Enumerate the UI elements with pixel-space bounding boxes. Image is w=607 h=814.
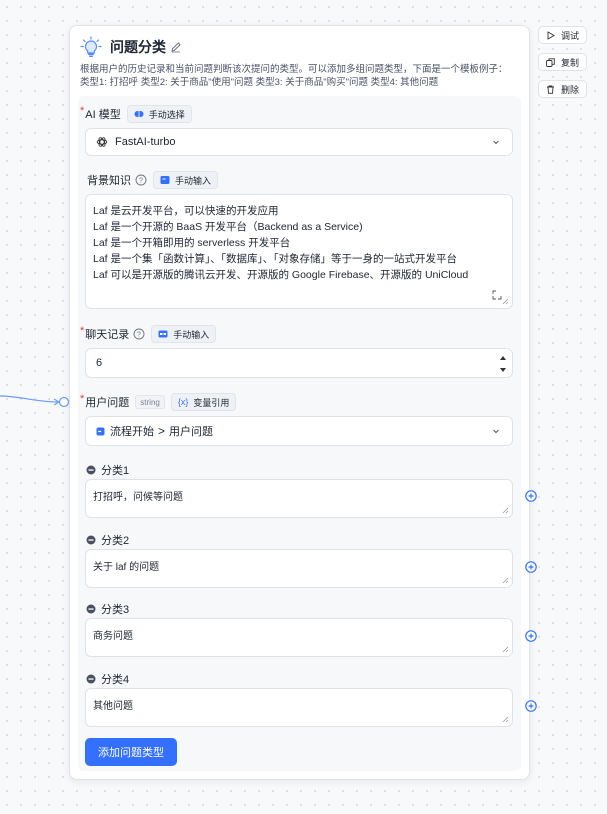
question-label-row: * 用户问题 string {x} 变量引用 [80, 393, 237, 411]
debug-label: 调试 [561, 30, 580, 41]
category-3-label: 分类3 [86, 601, 129, 617]
chevron-down-icon [493, 140, 499, 145]
category-4-value: 其他问题 [93, 701, 133, 712]
category-1-output-handle[interactable] [525, 490, 537, 502]
trash-icon [547, 85, 554, 94]
remove-circle-icon[interactable] [86, 604, 96, 614]
history-number-input[interactable]: 6 [85, 348, 513, 378]
history-value: 6 [96, 357, 103, 369]
svg-text:?: ? [137, 332, 141, 339]
copy-icon [546, 57, 555, 67]
delete-button[interactable]: 删除 [538, 80, 588, 98]
category-4-title: 分类4 [101, 674, 130, 686]
stepper-arrows-icon[interactable] [499, 352, 507, 376]
lightbulb-icon [80, 36, 102, 57]
node-header: 问题分类 根据用户的历史记录和当前问题判断该次提问的类型。可以添加多组问题类型，… [80, 36, 519, 89]
value-type-badge: string [135, 395, 165, 409]
category-2-output-handle[interactable] [525, 561, 537, 573]
category-4-input[interactable]: 其他问题 [85, 688, 513, 727]
required-mark: * [80, 393, 85, 405]
history-label: 聊天记录 [85, 329, 130, 341]
category-3-output-handle[interactable] [525, 630, 537, 642]
history-mode-label: 手动输入 [173, 329, 210, 340]
knowledge-line: Laf 是一个开源的 BaaS 开发平台（Backend as a Servic… [93, 221, 363, 233]
question-variable: 用户问题 [169, 426, 214, 438]
debug-button[interactable]: 调试 [538, 26, 588, 44]
edit-icon[interactable] [170, 41, 182, 53]
category-1-title: 分类1 [101, 465, 130, 477]
category-3-input[interactable]: 商务问题 [85, 618, 513, 657]
category-4-output-handle[interactable] [525, 700, 537, 712]
knowledge-line: Laf 是云开发平台，可以快速的开发应用 [93, 205, 279, 217]
knowledge-mode-label: 手动输入 [175, 175, 212, 186]
category-2-input[interactable]: 关于 laf 的问题 [85, 549, 513, 588]
history-label-row: * 聊天记录 ? 手动输入 [80, 325, 217, 343]
variable-braces-icon: {x} [177, 397, 189, 407]
knowledge-mode-button[interactable]: 手动输入 [153, 171, 219, 189]
flow-start-icon [96, 427, 105, 435]
knowledge-line: Laf 是一个集「函数计算」、「数据库」、「对象存储」等于一身的一站式开发平台 [93, 253, 458, 265]
delete-label: 删除 [561, 84, 580, 95]
required-mark: * [80, 105, 85, 117]
resize-handle-icon[interactable] [501, 576, 509, 584]
category-3-title: 分类3 [101, 604, 130, 616]
connection-edge [0, 395, 70, 408]
help-circle-icon[interactable]: ? [135, 174, 147, 186]
resize-handle-icon[interactable] [501, 297, 509, 305]
model-select[interactable]: FastAI-turbo [85, 128, 513, 156]
remove-circle-icon[interactable] [86, 465, 96, 475]
question-variable-select[interactable]: 流程开始 > 用户问题 [85, 416, 513, 446]
question-label: 用户问题 [85, 397, 130, 409]
model-mode-label: 手动选择 [148, 109, 185, 120]
category-2-label: 分类2 [86, 532, 129, 548]
resize-handle-icon[interactable] [501, 645, 509, 653]
question-source: 流程开始 [110, 426, 154, 438]
copy-label: 复制 [561, 57, 580, 68]
knowledge-line: Laf 是一个开箱即用的 serverless 开发平台 [93, 237, 291, 249]
model-value: FastAI-turbo [115, 136, 176, 148]
node-title: 问题分类 [110, 39, 166, 55]
category-1-label: 分类1 [86, 462, 129, 478]
play-icon [547, 30, 555, 40]
openai-icon [96, 137, 108, 147]
node-description: 根据用户的历史记录和当前问题判断该次提问的类型。可以添加多组问题类型，下面是一个… [80, 64, 508, 88]
chevron-down-icon [493, 429, 499, 434]
svg-text:?: ? [139, 178, 143, 185]
text-input-icon [160, 176, 170, 184]
required-mark: * [80, 325, 85, 337]
resize-handle-icon[interactable] [501, 506, 509, 514]
history-mode-button[interactable]: 手动输入 [151, 325, 217, 343]
help-circle-icon[interactable]: ? [133, 328, 145, 340]
knowledge-line: Laf 可以是开源版的腾讯云开发、开源版的 Google Firebase、开源… [93, 269, 469, 281]
question-mode-label: 变量引用 [193, 397, 230, 408]
question-mode-button[interactable]: {x} 变量引用 [170, 393, 237, 411]
knowledge-label: 背景知识 [87, 175, 131, 187]
category-2-title: 分类2 [101, 535, 130, 547]
remove-circle-icon[interactable] [86, 674, 96, 684]
resize-handle-icon[interactable] [501, 715, 509, 723]
model-label: AI 模型 [85, 109, 121, 121]
add-category-button[interactable]: 添加问题类型 [85, 738, 177, 766]
category-1-value: 打招呼，问候等问题 [93, 492, 183, 503]
knowledge-textarea[interactable]: Laf 是云开发平台，可以快速的开发应用 Laf 是一个开源的 BaaS 开发平… [85, 194, 513, 309]
category-2-value: 关于 laf 的问题 [93, 562, 160, 573]
number-input-icon [158, 330, 168, 338]
remove-circle-icon[interactable] [86, 535, 96, 545]
model-label-row: * AI 模型 手动选择 [80, 105, 192, 123]
category-4-label: 分类4 [86, 671, 129, 687]
model-mode-button[interactable]: 手动选择 [126, 105, 192, 123]
copy-button[interactable]: 复制 [538, 53, 588, 71]
knowledge-label-row: 背景知识 ? 手动输入 [87, 171, 219, 189]
category-1-input[interactable]: 打招呼，问候等问题 [85, 479, 513, 518]
category-3-value: 商务问题 [93, 631, 133, 642]
path-separator: > [158, 424, 166, 438]
brain-icon [134, 111, 144, 117]
